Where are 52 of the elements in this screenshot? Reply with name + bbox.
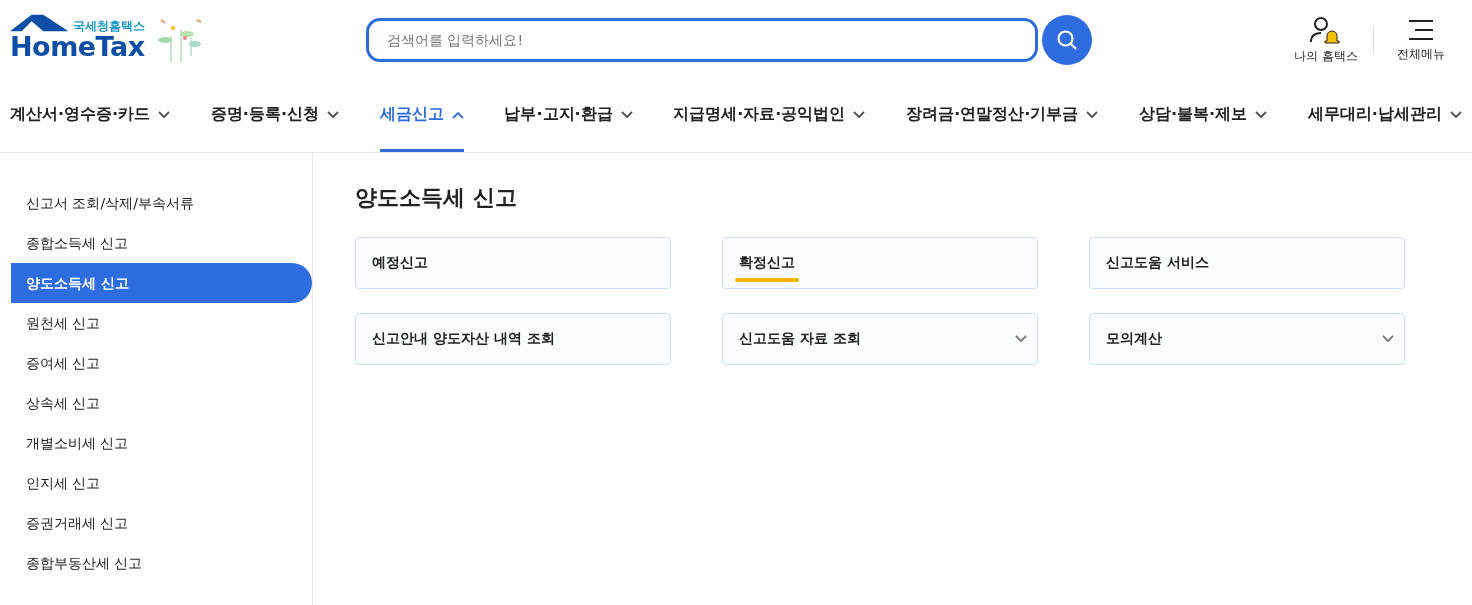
caret-icon <box>327 110 339 119</box>
user-bell-icon <box>1310 15 1342 44</box>
sidebar-item[interactable]: 증권거래세 신고 <box>11 503 312 543</box>
nav-tab[interactable]: 세금신고 <box>379 80 464 152</box>
menu-card-label: 신고도움 서비스 <box>1106 254 1209 272</box>
nav-tab[interactable]: 지급명세·자료·공익법인 <box>673 80 866 152</box>
search-button[interactable] <box>1042 15 1092 65</box>
header-link-label: 나의 홈택스 <box>1294 47 1358 65</box>
sidebar-item[interactable]: 신고서 조회/삭제/부속서류 <box>11 183 312 223</box>
sidebar-item[interactable]: 원천세 신고 <box>11 303 312 343</box>
menu-card[interactable]: 예정신고 <box>355 237 671 289</box>
nav-tab[interactable]: 증명·등록·신청 <box>210 80 339 152</box>
header-link-label: 전체메뉴 <box>1397 45 1445 63</box>
menu-card-label: 신고도움 자료 조회 <box>739 330 861 348</box>
header-link[interactable]: 전체메뉴 <box>1380 17 1462 63</box>
sidebar-item[interactable]: 종합부동산세 신고 <box>11 543 312 583</box>
sidebar-item[interactable]: 종합소득세 신고 <box>11 223 312 263</box>
caret-icon <box>1449 110 1462 119</box>
menu-icon <box>1407 17 1435 42</box>
header-link[interactable]: 나의 홈택스 <box>1285 15 1367 65</box>
sidebar-item[interactable]: 증여세 신고 <box>11 343 312 383</box>
section-title: 양도소득세 신고 <box>355 184 518 212</box>
caret-icon <box>451 110 464 119</box>
highlight-underline <box>735 278 799 282</box>
nav-tab[interactable]: 납부·고지·환급 <box>504 80 633 152</box>
menu-card[interactable]: 신고도움 자료 조회 <box>722 313 1038 365</box>
caret-icon <box>1015 335 1027 343</box>
menu-card-label: 예정신고 <box>372 254 428 272</box>
caret-icon <box>158 110 171 119</box>
menu-card[interactable]: 모의계산 <box>1089 313 1405 365</box>
nav-tab[interactable]: 세무대리·납세관리 <box>1307 80 1462 152</box>
nav-tab[interactable]: 계산서·영수증·카드 <box>10 80 171 152</box>
menu-card-label: 모의계산 <box>1106 330 1162 348</box>
caret-icon <box>1382 335 1394 343</box>
caret-icon <box>1086 110 1099 119</box>
caret-icon <box>1255 110 1268 119</box>
search-icon <box>1056 29 1078 51</box>
house-roof-icon <box>10 12 70 34</box>
sidebar-item[interactable]: 개별소비세 신고 <box>11 423 312 463</box>
menu-card[interactable]: 신고도움 서비스 <box>1089 237 1405 289</box>
sidebar-item[interactable]: 인지세 신고 <box>11 463 312 503</box>
menu-card-label: 신고안내 양도자산 내역 조회 <box>372 330 555 348</box>
search-field[interactable]: 검색어를 입력하세요! <box>366 18 1038 62</box>
sidebar-item[interactable]: 상속세 신고 <box>11 383 312 423</box>
caret-icon <box>853 110 866 119</box>
caret-icon <box>620 110 633 119</box>
sidebar-item[interactable]: 양도소득세 신고 <box>11 263 312 303</box>
nav-tab[interactable]: 장려금·연말정산·기부금 <box>906 80 1099 152</box>
menu-card[interactable]: 신고안내 양도자산 내역 조회 <box>355 313 671 365</box>
menu-card[interactable]: 확정신고 <box>722 237 1038 289</box>
nav-tab[interactable]: 상담·불복·제보 <box>1139 80 1268 152</box>
menu-card-label: 확정신고 <box>739 254 795 272</box>
